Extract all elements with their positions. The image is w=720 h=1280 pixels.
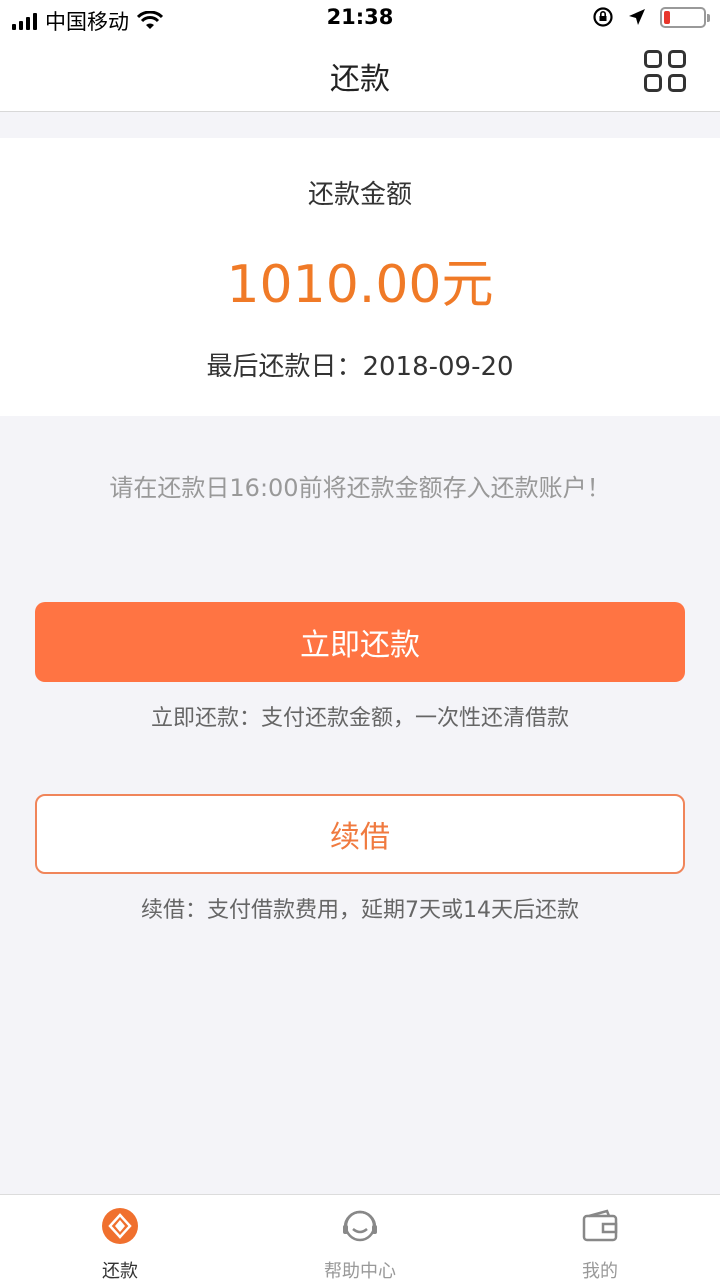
amount-value: 1010.00元: [226, 255, 494, 315]
wallet-icon: [582, 1209, 618, 1242]
amount-label: 还款金额: [307, 180, 412, 210]
renew-loan-button[interactable]: 续借: [35, 794, 685, 874]
location-icon: [629, 9, 645, 25]
nav-bar: 还款: [0, 36, 720, 112]
tab-mine-label: 我的: [582, 1261, 618, 1280]
repay-tip: 请在还款日16:00前将还款金额存入还款账户！: [109, 474, 611, 502]
status-right: [592, 6, 710, 28]
help-center-icon: [343, 1210, 377, 1242]
grid-menu-icon[interactable]: [644, 50, 686, 92]
rotation-lock-icon: [593, 7, 613, 27]
amount-card: 还款金额 1010.00元 最后还款日：2018-09-20: [0, 138, 720, 416]
due-date-line: 最后还款日：2018-09-20: [0, 346, 720, 383]
battery-icon: [660, 6, 710, 28]
tab-repay-label: 还款: [102, 1261, 138, 1280]
renew-loan-description: 续借：支付借款费用，延期7天或14天后还款: [141, 898, 579, 923]
due-date-value: 2018-09-20: [362, 352, 514, 382]
tab-bar: 还款 帮助中心 我的: [0, 1194, 720, 1280]
page-title: 还款: [330, 62, 390, 97]
tab-help-center-label: 帮助中心: [324, 1261, 396, 1280]
tab-repay[interactable]: 还款: [0, 1195, 240, 1280]
repay-icon: [102, 1208, 138, 1244]
tab-mine[interactable]: 我的: [480, 1195, 720, 1280]
status-bar: 中国移动 21:38: [0, 0, 720, 36]
tab-help-center[interactable]: 帮助中心: [240, 1195, 480, 1280]
repay-now-description: 立即还款：支付还款金额，一次性还清借款: [150, 706, 569, 731]
due-date-label: 最后还款日：: [206, 352, 363, 382]
repay-now-button[interactable]: 立即还款: [35, 602, 685, 682]
